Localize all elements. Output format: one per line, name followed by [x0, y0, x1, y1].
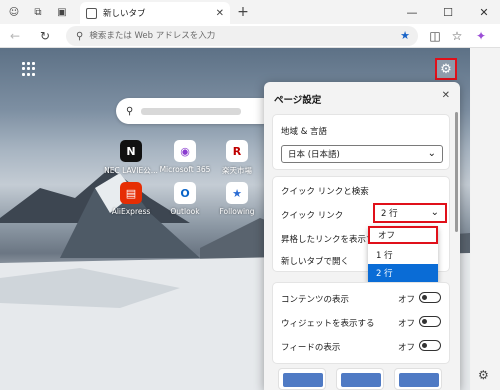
- address-bar[interactable]: ⚲ ★: [66, 26, 418, 46]
- new-tab-favicon-icon: [86, 7, 97, 19]
- nec-logo-icon: N: [120, 140, 142, 162]
- region-selected-value: 日本 (日本語): [288, 150, 340, 160]
- microsoft365-icon: ◉: [174, 140, 196, 162]
- minimize-button[interactable]: —: [402, 2, 422, 22]
- dropdown-option-1-row[interactable]: 1 行: [368, 246, 438, 264]
- panel-scrollbar[interactable]: [455, 112, 458, 232]
- quick-link-nec[interactable]: N NEC LAVIE公...: [100, 140, 162, 176]
- quick-link-label: NEC LAVIE公...: [104, 166, 158, 175]
- web-search-box[interactable]: ⚲: [116, 98, 276, 124]
- new-tab-button[interactable]: +: [234, 3, 252, 21]
- favorite-star-icon[interactable]: ★: [400, 29, 410, 42]
- chevron-down-icon: ⌄: [427, 148, 436, 159]
- copilot-icon[interactable]: ✦: [472, 27, 490, 45]
- dropdown-option-off[interactable]: オフ: [368, 226, 438, 244]
- region-language-card: 地域 & 言語 日本 (日本語) ⌄: [272, 114, 450, 170]
- content-visibility-card: コンテンツの表示 オフ ウィジェットを表示する オフ フィードの表示 オフ: [272, 282, 450, 364]
- refresh-button[interactable]: ↻: [36, 27, 54, 45]
- feed-label: フィードの表示: [281, 343, 341, 353]
- page-settings-gear-icon[interactable]: ⚙: [435, 58, 457, 80]
- quick-link-label: Following: [219, 207, 255, 216]
- layout-tile[interactable]: [278, 368, 326, 390]
- tab-new-tab[interactable]: 新しいタブ ✕: [80, 2, 230, 24]
- apps-grid-icon[interactable]: [22, 62, 36, 76]
- sidebar-settings-gear-icon[interactable]: ⚙: [478, 368, 489, 382]
- feed-toggle[interactable]: [419, 340, 441, 351]
- layout-tiles: [272, 368, 450, 390]
- following-icon: ★: [226, 182, 248, 204]
- back-button[interactable]: ←: [6, 27, 24, 45]
- close-icon[interactable]: ✕: [442, 90, 450, 101]
- address-input[interactable]: [89, 31, 418, 41]
- aliexpress-icon: ▤: [120, 182, 142, 204]
- quicklinks-section-title: クイック リンクと検索: [281, 187, 369, 197]
- favorites-icon[interactable]: ☆: [448, 27, 466, 45]
- chevron-down-icon: ⌄: [430, 207, 439, 218]
- workspaces-icon[interactable]: ⧉: [30, 4, 46, 20]
- open-new-tab-label: 新しいタブで開く: [281, 257, 350, 267]
- search-placeholder-blurred: [141, 107, 242, 115]
- content-display-label: コンテンツの表示: [281, 295, 350, 305]
- tab-actions-icon[interactable]: ▣: [54, 4, 70, 20]
- quicklinks-label: クイック リンク: [281, 211, 344, 221]
- promoted-links-label: 昇格したリンクを表示す: [281, 235, 375, 245]
- region-section-title: 地域 & 言語: [281, 127, 328, 137]
- page-settings-panel: ページ設定 ✕ 地域 & 言語 日本 (日本語) ⌄ クイック リンクと検索 ク…: [264, 82, 460, 390]
- content-display-state: オフ: [397, 295, 415, 305]
- quick-link-aliexpress[interactable]: ▤ AliExpress: [100, 182, 162, 216]
- layout-tile[interactable]: [336, 368, 384, 390]
- search-icon: ⚲: [76, 30, 84, 42]
- outlook-icon: O: [174, 182, 196, 204]
- content-display-toggle[interactable]: [419, 292, 441, 303]
- quick-link-rakuten[interactable]: R 楽天市場: [206, 140, 268, 176]
- region-select[interactable]: 日本 (日本語) ⌄: [281, 145, 443, 163]
- rakuten-icon: R: [226, 140, 248, 162]
- widgets-label: ウィジェットを表示する: [281, 319, 375, 329]
- feed-state: オフ: [397, 343, 415, 353]
- widgets-toggle[interactable]: [419, 316, 441, 327]
- quick-link-label: AliExpress: [111, 207, 151, 216]
- edge-sidebar: ⚙: [470, 48, 500, 390]
- widgets-state: オフ: [397, 319, 415, 329]
- quicklinks-rows-select[interactable]: 2 行 ⌄: [373, 203, 447, 223]
- title-bar: ☺ ⧉ ▣ 新しいタブ ✕ + — ☐ ✕: [0, 0, 500, 24]
- quick-link-label: 楽天市場: [222, 166, 252, 175]
- tab-title: 新しいタブ: [103, 9, 146, 19]
- layout-tile[interactable]: [394, 368, 442, 390]
- window-close-button[interactable]: ✕: [474, 2, 494, 22]
- search-icon: ⚲: [126, 105, 134, 117]
- split-screen-icon[interactable]: ◫: [426, 27, 444, 45]
- tab-close-icon[interactable]: ✕: [216, 8, 224, 19]
- maximize-button[interactable]: ☐: [438, 2, 458, 22]
- quicklinks-dropdown-list: オフ 1 行 2 行: [368, 226, 438, 284]
- navigation-bar: ← ↻ ⚲ ★ ◫ ☆ ✦: [0, 24, 500, 48]
- dropdown-option-2-rows[interactable]: 2 行: [368, 264, 438, 282]
- quick-link-following[interactable]: ★ Following: [206, 182, 268, 216]
- panel-title: ページ設定: [274, 95, 322, 106]
- profile-icon[interactable]: ☺: [6, 4, 22, 20]
- quicklinks-selected-value: 2 行: [381, 209, 398, 219]
